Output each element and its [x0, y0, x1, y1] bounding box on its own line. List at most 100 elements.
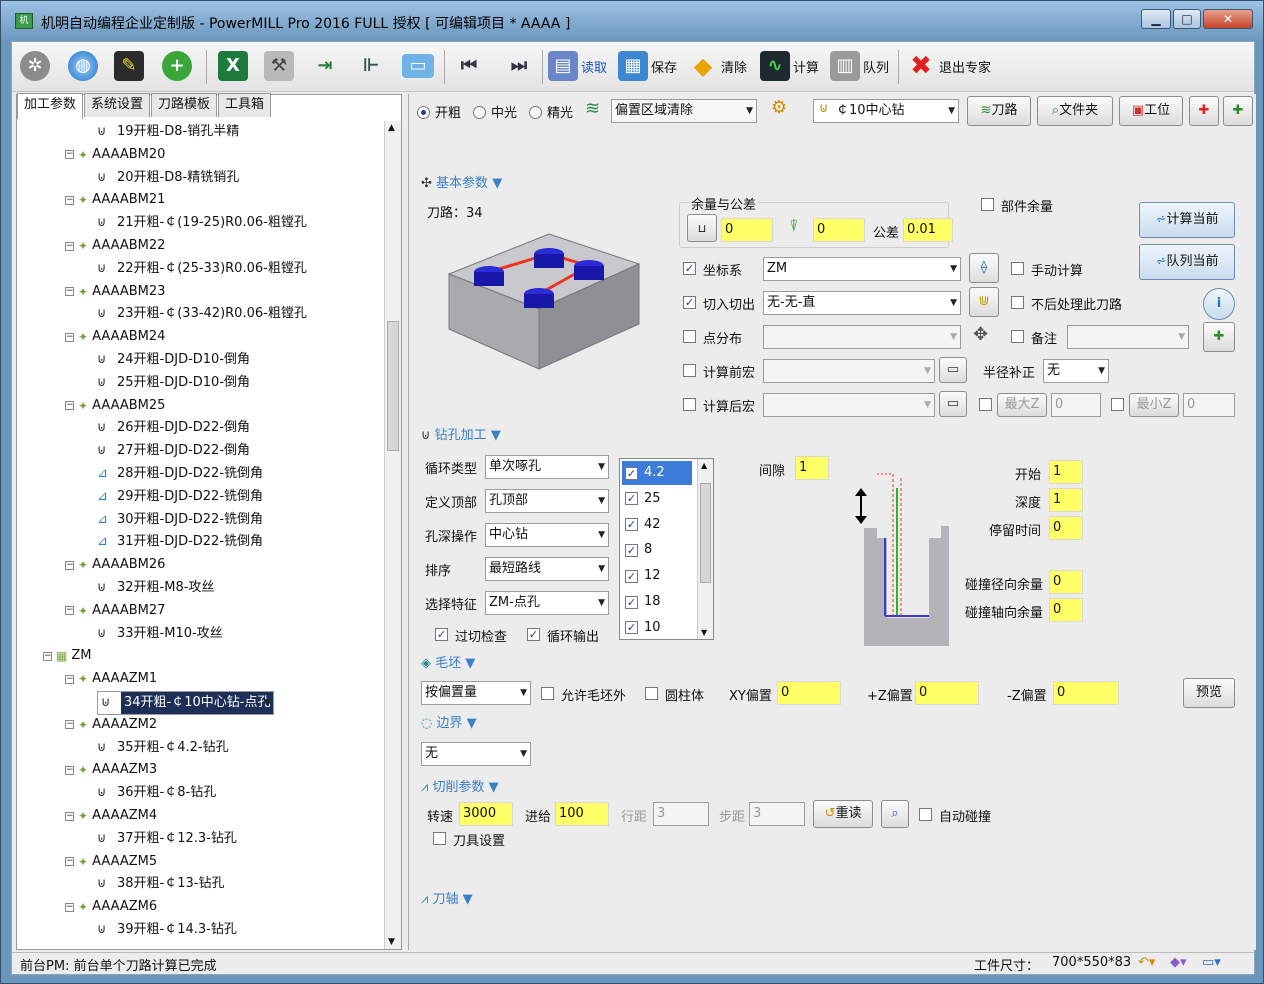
collapse-icon[interactable]: − [65, 811, 74, 821]
tree-node[interactable]: − ✦ AAAABM23 [65, 281, 165, 303]
add-workpos-button[interactable]: ✚ [1189, 96, 1219, 126]
folder-button[interactable]: ⌕文件夹 [1037, 96, 1113, 126]
gear-icon[interactable]: ✲ [20, 51, 50, 81]
scroll-thumb[interactable] [387, 321, 399, 451]
read-button[interactable]: ▤ 读取 [548, 48, 607, 84]
feed-input[interactable]: 100 [555, 802, 609, 826]
queue-button[interactable]: ▥ 队列 [830, 48, 889, 84]
add-remark-icon[interactable]: ✚ [1203, 322, 1235, 352]
info-icon[interactable]: i [1203, 288, 1235, 320]
axial-allowance-input[interactable]: 0 [813, 218, 865, 242]
radial-allowance-icon[interactable]: ⊔ [687, 214, 717, 242]
pre-macro-edit-icon[interactable]: ▭ [939, 357, 967, 383]
diameter-item[interactable]: ✓ 4.2 [622, 461, 692, 485]
gap-input[interactable]: 1 [795, 456, 829, 480]
tree-node[interactable]: ⊍ 36开粗-￠8-钻孔 [97, 782, 216, 804]
feature-select[interactable]: ZM-点孔 [485, 591, 609, 615]
tree-node[interactable]: − ✦ AAAABM26 [65, 554, 165, 576]
diameter-item[interactable]: ✓ 25 [622, 487, 692, 511]
tree-node[interactable]: − ✦ AAAAZM5 [65, 851, 157, 873]
scroll-down-icon[interactable]: ▼ [701, 628, 707, 637]
post-macro-select[interactable] [763, 393, 935, 417]
boundary-header[interactable]: ◌ 边界 ▼ [421, 712, 477, 731]
collapse-icon[interactable]: − [65, 560, 74, 570]
manual-calc-checkbox[interactable] [1011, 262, 1024, 275]
diameter-checkbox[interactable]: ✓ [625, 518, 638, 532]
diameter-item[interactable]: ✓ 42 [622, 513, 692, 537]
diameter-list-scrollbar[interactable]: ▲ ▼ [697, 459, 713, 639]
collapse-icon[interactable]: − [65, 332, 74, 342]
tab-machining-params[interactable]: 加工参数 [17, 93, 84, 119]
workpos-button[interactable]: ▣工位 [1119, 96, 1183, 126]
collapse-icon[interactable]: − [65, 606, 74, 616]
scroll-thumb[interactable] [700, 483, 711, 583]
diameter-item[interactable]: ✓ 18 [622, 590, 692, 614]
diameter-checkbox[interactable]: ✓ [625, 492, 638, 506]
tab-toolpath-templates[interactable]: 刀路模板 [151, 93, 218, 117]
tree-node[interactable]: ⊍ 39开粗-￠14.3-钻孔 [97, 919, 237, 941]
tree-node[interactable]: ⊍ 38开粗-￠13-钻孔 [97, 873, 224, 895]
strategy-select[interactable]: 偏置区域清除 [611, 99, 757, 123]
minz-checkbox[interactable] [1111, 398, 1124, 411]
tree-node[interactable]: ⊿ 28开粗-DJD-D22-铣倒角 [97, 463, 263, 485]
diameter-checkbox[interactable]: ✓ [625, 466, 638, 480]
tree-node[interactable]: ⊿ 29开粗-DJD-D22-铣倒角 [97, 486, 263, 508]
radio-semi[interactable] [473, 106, 486, 119]
globe-icon[interactable]: ◍ [68, 51, 98, 81]
dwell-input[interactable]: 0 [1049, 516, 1083, 540]
view-icon[interactable]: ◆▾ [1170, 955, 1187, 970]
calc-button[interactable]: ∿ 计算 [760, 48, 819, 84]
clear-button[interactable]: ◆ 清除 [688, 48, 747, 84]
tree-node[interactable]: − ✦ AAAABM20 [65, 144, 165, 166]
auto-collision-checkbox[interactable] [919, 808, 932, 821]
tree-node[interactable]: − ✦ AAAABM22 [65, 235, 165, 257]
collapse-icon[interactable]: − [65, 401, 74, 411]
tree-node[interactable]: − ✦ AAAABM24 [65, 326, 165, 348]
radio-rough[interactable] [417, 106, 430, 119]
collapse-icon[interactable]: − [65, 902, 74, 912]
zplus-offset-input[interactable]: 0 [915, 681, 979, 705]
tree-node[interactable]: ⊿ 31开粗-DJD-D22-铣倒角 [97, 531, 263, 553]
point-dist-select[interactable] [763, 325, 961, 349]
scroll-up-icon[interactable]: ▲ [388, 123, 395, 133]
folder-icon[interactable]: ▭ [402, 54, 434, 78]
blank-header[interactable]: ◈ 毛坯 ▼ [421, 652, 475, 671]
post-macro-edit-icon[interactable]: ▭ [939, 391, 967, 417]
radial-clearance-input[interactable]: 0 [1049, 570, 1083, 594]
minz-button[interactable]: 最小Z [1129, 393, 1179, 417]
diameter-checkbox[interactable]: ✓ [625, 569, 638, 583]
tool-axis-header[interactable]: ⩘ 刀轴 ▼ [421, 888, 473, 907]
tolerance-input[interactable]: 0.01 [903, 218, 953, 242]
tree-node[interactable]: ⊍ 24开粗-DJD-D10-倒角 [97, 349, 250, 371]
collapse-icon[interactable]: − [65, 150, 74, 160]
point-dist-checkbox[interactable] [683, 330, 696, 343]
pre-macro-select[interactable] [763, 359, 935, 383]
tree-node[interactable]: − ✦ AAAAZM4 [65, 805, 157, 827]
tree-node[interactable]: − ✦ AAAAZM1 [65, 668, 157, 690]
diameter-checkbox[interactable]: ✓ [625, 621, 638, 635]
minimize-button[interactable]: ▁ [1141, 9, 1171, 29]
zminus-offset-input[interactable]: 0 [1053, 681, 1119, 705]
tree-node[interactable]: ⊍ 35开粗-￠4.2-钻孔 [97, 737, 229, 759]
drill-header[interactable]: ⊍ 钻孔加工 ▼ [421, 424, 501, 443]
xy-offset-input[interactable]: 0 [777, 681, 841, 705]
tree-node[interactable]: ⊍ 20开粗-D8-精铣销孔 [97, 167, 239, 189]
exit-expert-button[interactable]: ✖ 退出专家 [906, 48, 991, 84]
tree-node[interactable]: ⊍ 22开粗-￠(25-33)R0.06-粗镗孔 [97, 258, 307, 280]
tool-library-icon[interactable]: ⚙ [771, 97, 787, 118]
tree-node[interactable]: ⊍ 34开粗-￠10中心钻-点孔 [97, 691, 275, 715]
maxz-input[interactable]: 0 [1051, 393, 1101, 417]
tree-node[interactable]: − ✦ AAAAZM3 [65, 759, 157, 781]
blank-mode-select[interactable]: 按偏置量 [421, 681, 531, 705]
gouge-check-checkbox[interactable]: ✓ [435, 628, 448, 641]
diameter-checkbox[interactable]: ✓ [625, 595, 638, 609]
scroll-down-icon[interactable]: ▼ [388, 937, 395, 947]
basic-params-header[interactable]: ✣ 基本参数 ▼ [421, 172, 502, 191]
pre-macro-checkbox[interactable] [683, 364, 696, 377]
collapse-icon[interactable]: − [65, 241, 74, 251]
tree-node[interactable]: ⊍ 33开粗-M10-攻丝 [97, 623, 223, 645]
hole-depth-select[interactable]: 中心钻 [485, 523, 609, 547]
tree-node[interactable]: ⊍ 23开粗-￠(33-42)R0.06-粗镗孔 [97, 303, 307, 325]
maxz-checkbox[interactable] [979, 398, 992, 411]
collapse-icon[interactable]: − [43, 651, 52, 661]
